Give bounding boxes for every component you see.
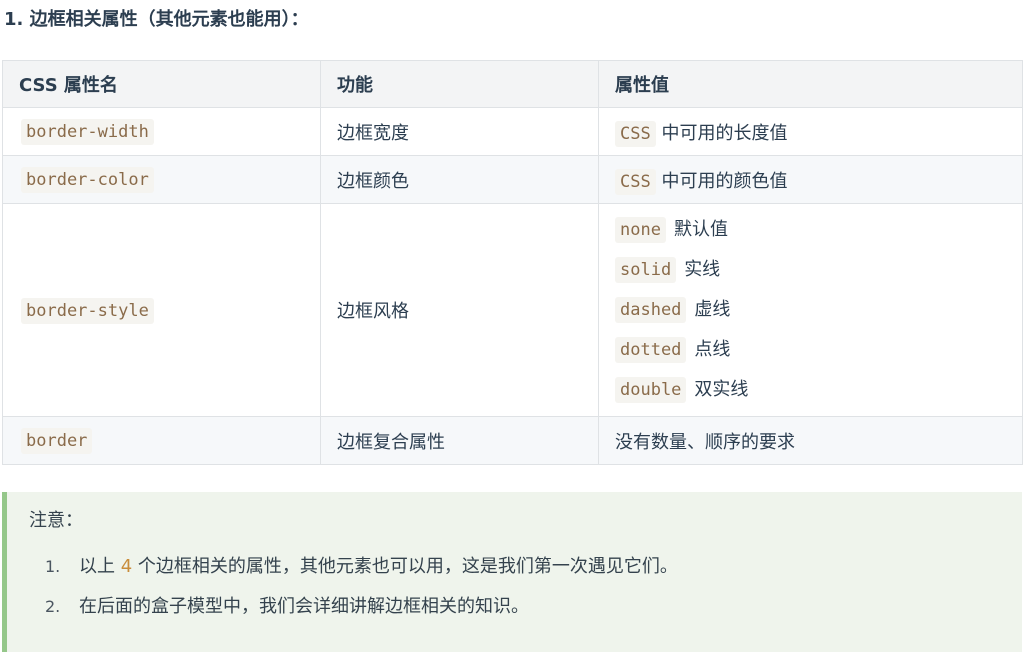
tip-text-before: 以上 <box>79 556 115 577</box>
list-item: 1. 以上 4 个边框相关的属性，其他元素也可以用，这是我们第一次遇见它们。 <box>45 552 678 592</box>
cell-value: none 默认值 solid 实线 dashed 虚线 dotted 点线 double… <box>598 203 1023 417</box>
cell-function: 边框宽度 <box>320 107 599 156</box>
list-number: 2. <box>45 597 61 616</box>
cell-function: 边框风格 <box>320 203 599 417</box>
style-desc: 虚线 <box>694 299 731 320</box>
list-number: 1. <box>45 557 61 576</box>
cell-value: CSS 中可用的长度值 <box>598 107 1023 156</box>
list-item: solid 实线 <box>615 250 1006 290</box>
cell-property-name: border-width <box>2 107 321 156</box>
tip-text: 在后面的盒子模型中，我们会详细讲解边框相关的知识。 <box>79 596 529 617</box>
list-item: dashed 虚线 <box>615 290 1006 330</box>
style-code: solid <box>615 257 677 283</box>
table-row: border-width 边框宽度 CSS 中可用的长度值 <box>2 107 1023 156</box>
cell-value: 没有数量、顺序的要求 <box>598 416 1023 465</box>
property-code: border-width <box>21 119 154 145</box>
style-code: dotted <box>615 337 687 363</box>
tip-box: 注意： 1. 以上 4 个边框相关的属性，其他元素也可以用，这是我们第一次遇见它们… <box>2 492 1022 652</box>
value-text: 中可用的长度值 <box>661 122 788 144</box>
header-function: 功能 <box>320 60 599 108</box>
value-code: CSS <box>615 168 656 195</box>
style-code: none <box>615 217 666 243</box>
value-code: CSS <box>615 120 656 147</box>
css-properties-table: CSS 属性名 功能 属性值 border-width 边框宽度 CSS 中可用… <box>2 60 1023 465</box>
table-row: border-style 边框风格 none 默认值 solid 实线 dashed… <box>2 203 1023 417</box>
property-code: border-style <box>21 297 154 324</box>
header-property-name: CSS 属性名 <box>2 60 321 108</box>
cell-property-name: border-style <box>2 203 321 417</box>
cell-value: CSS 中可用的颜色值 <box>598 155 1023 204</box>
cell-property-name: border <box>2 416 321 465</box>
style-code: dashed <box>615 297 687 323</box>
style-desc: 点线 <box>694 339 731 360</box>
highlight-number: 4 <box>120 556 133 577</box>
list-item: 2. 在后面的盒子模型中，我们会详细讲解边框相关的知识。 <box>45 592 678 632</box>
table-row: border-color 边框颜色 CSS 中可用的颜色值 <box>2 155 1023 204</box>
table-row: border 边框复合属性 没有数量、顺序的要求 <box>2 416 1023 465</box>
list-item: dotted 点线 <box>615 330 1006 370</box>
cell-function: 边框颜色 <box>320 155 599 204</box>
list-item: none 默认值 <box>615 210 1006 250</box>
tip-text-after: 个边框相关的属性，其他元素也可以用，这是我们第一次遇见它们。 <box>137 556 678 577</box>
table-header-row: CSS 属性名 功能 属性值 <box>2 60 1023 108</box>
cell-property-name: border-color <box>2 155 321 204</box>
style-desc: 实线 <box>684 259 721 280</box>
cell-function: 边框复合属性 <box>320 416 599 465</box>
value-text: 中可用的颜色值 <box>661 170 788 192</box>
style-desc: 默认值 <box>673 219 728 240</box>
tip-list: 1. 以上 4 个边框相关的属性，其他元素也可以用，这是我们第一次遇见它们。 2.… <box>45 552 678 632</box>
style-desc: 双实线 <box>694 379 749 400</box>
list-item: double 双实线 <box>615 370 1006 410</box>
property-code: border-color <box>21 167 154 193</box>
header-property-value: 属性值 <box>598 60 1023 108</box>
border-style-list: none 默认值 solid 实线 dashed 虚线 dotted 点线 double… <box>615 210 1006 410</box>
property-code: border <box>21 428 93 454</box>
tip-title: 注意： <box>29 510 83 531</box>
style-code: double <box>615 377 687 403</box>
section-heading: 1. 边框相关属性（其他元素也能用）： <box>4 9 309 30</box>
